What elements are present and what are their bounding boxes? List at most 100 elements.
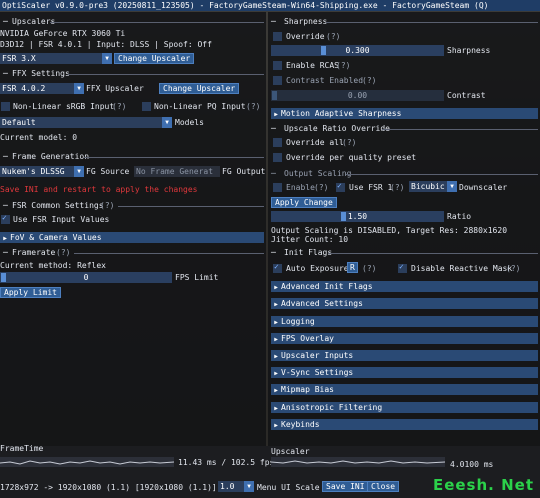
current-model: Current model: 0 [0, 133, 78, 142]
help-icon[interactable]: (?) [336, 61, 350, 70]
disable-reactive-checkbox[interactable] [398, 262, 407, 273]
output-scaling-header: Output Scaling [284, 169, 352, 178]
disable-reactive-label: Disable Reactive Mask [411, 264, 513, 273]
divider [74, 253, 264, 254]
override-all-checkbox[interactable] [273, 138, 282, 147]
slider-grab[interactable] [1, 273, 6, 282]
frametime-value: 11.43 ms / 102.5 fps [178, 458, 275, 467]
use-fsr-input-checkbox[interactable] [1, 213, 10, 224]
use-fsr1-checkbox[interactable] [336, 181, 345, 192]
row-label: V-Sync Settings [281, 368, 354, 377]
fps-overlay-row[interactable]: ▶ FPS Overlay [271, 333, 538, 344]
collapse-init-icon[interactable]: ─ [271, 248, 276, 258]
logging-row[interactable]: ▶ Logging [271, 316, 538, 327]
upscaler-plot [270, 460, 446, 464]
chevron-right-icon: ▶ [274, 422, 278, 429]
sharpness-slider[interactable]: 0.300 [271, 45, 444, 56]
ui-scale-select[interactable]: 1.0 ▼ [218, 481, 254, 492]
upscaler-select-value: FSR 3.X [2, 54, 36, 63]
slider-grab[interactable] [321, 46, 326, 55]
sharpness-label: Sharpness [447, 46, 491, 55]
slider-grab[interactable] [341, 212, 346, 221]
apply-limit-button[interactable]: Apply Limit [0, 287, 61, 298]
ffx-change-upscaler-button[interactable]: Change Upscaler [159, 83, 240, 94]
keybinds-row[interactable]: ▶ Keybinds [271, 419, 538, 430]
upscaler-time-value: 4.0100 ms [450, 460, 494, 469]
close-button[interactable]: Close [367, 481, 400, 492]
row-label: FPS Overlay [281, 334, 334, 343]
menu-ui-scale-label: Menu UI Scale [257, 483, 320, 492]
override-all-label: Override all [286, 138, 344, 147]
output-enable-checkbox[interactable] [273, 183, 282, 192]
mipmap-bias-row[interactable]: ▶ Mipmap Bias [271, 384, 538, 395]
collapse-fg-icon[interactable]: ─ [3, 152, 8, 162]
ratio-slider[interactable]: 1.50 [271, 211, 444, 222]
window-title: OptiScaler v0.9.0-pre3 (20250811_123505)… [0, 0, 540, 11]
help-icon[interactable]: (?) [390, 183, 404, 192]
advanced-init-flags-row[interactable]: ▶ Advanced Init Flags [271, 281, 538, 292]
help-icon[interactable]: (?) [326, 32, 340, 41]
row-label: Anisotropic Filtering [281, 403, 383, 412]
vsync-settings-row[interactable]: ▶ V-Sync Settings [271, 367, 538, 378]
nonlinear-srgb-checkbox[interactable] [1, 102, 10, 111]
save-warning: Save INI and restart to apply the change… [0, 185, 198, 194]
models-label: Models [175, 118, 204, 127]
chevron-right-icon: ▶ [274, 284, 278, 291]
chevron-down-icon: ▼ [162, 117, 172, 128]
models-select[interactable]: Default ▼ [0, 117, 172, 128]
help-icon[interactable]: (?) [506, 264, 520, 273]
help-icon[interactable]: (?) [314, 183, 328, 192]
override-sharpness-checkbox[interactable] [273, 32, 282, 41]
help-icon[interactable]: (?) [100, 201, 114, 210]
upscaler-time-label: Upscaler [271, 447, 310, 456]
fg-source-select[interactable]: Nukem's DLSSG ▼ [0, 166, 84, 177]
help-icon[interactable]: (?) [362, 76, 376, 85]
collapse-ratio-icon[interactable]: ─ [271, 124, 276, 134]
collapse-upscalers-icon[interactable]: ─ [3, 17, 8, 27]
contrast-slider[interactable]: 0.00 [271, 90, 444, 101]
apply-change-button[interactable]: Apply Change [271, 197, 337, 208]
help-icon[interactable]: (?) [56, 248, 70, 257]
init-flags-header: Init Flags [284, 248, 333, 257]
chevron-down-icon: ▼ [244, 481, 254, 492]
contrast-enabled-checkbox[interactable] [273, 76, 282, 85]
reset-r-button[interactable]: R [347, 262, 358, 273]
fps-limit-slider[interactable]: 0 [0, 272, 172, 283]
nonlinear-pq-checkbox[interactable] [142, 102, 151, 111]
chevron-down-icon: ▼ [102, 53, 112, 64]
upscalers-header: Upscalers [12, 17, 56, 26]
collapse-fsr-common-icon[interactable]: ─ [3, 201, 8, 211]
chevron-right-icon: ▶ [274, 301, 278, 308]
collapse-ffx-icon[interactable]: ─ [3, 69, 8, 79]
downscaler-select[interactable]: Bicubic ▼ [409, 181, 457, 192]
override-quality-checkbox[interactable] [273, 153, 282, 162]
change-upscaler-button[interactable]: Change Upscaler [114, 53, 195, 64]
help-icon[interactable]: (?) [362, 264, 376, 273]
ffx-upscaler-select[interactable]: FSR 4.0.2 ▼ [0, 83, 84, 94]
fg-output-select[interactable]: No Frame Generat [134, 166, 220, 177]
ffx-select-value: FSR 4.0.2 [2, 84, 46, 93]
help-icon[interactable]: (?) [112, 102, 126, 111]
chevron-right-icon: ▶ [274, 387, 278, 394]
divider [50, 22, 264, 23]
auto-exposure-checkbox[interactable] [273, 262, 282, 273]
use-fsr-input-label: Use FSR Input Values [13, 215, 110, 224]
help-icon[interactable]: (?) [246, 102, 260, 111]
divider [382, 129, 538, 130]
motion-sharpness-row[interactable]: ▶ Motion Adaptive Sharpness [271, 108, 538, 119]
frametime-label: FrameTime [0, 444, 44, 453]
chevron-down-icon: ▼ [74, 166, 84, 177]
upscaler-inputs-row[interactable]: ▶ Upscaler Inputs [271, 350, 538, 361]
fov-camera-row[interactable]: ▶ FoV & Camera Values [0, 232, 264, 243]
upscaler-select[interactable]: FSR 3.X ▼ [0, 53, 112, 64]
advanced-settings-row[interactable]: ▶ Advanced Settings [271, 298, 538, 309]
help-icon[interactable]: (?) [342, 138, 356, 147]
collapse-output-icon[interactable]: ─ [271, 169, 276, 179]
save-ini-button[interactable]: Save INI [322, 481, 369, 492]
anisotropic-filtering-row[interactable]: ▶ Anisotropic Filtering [271, 402, 538, 413]
collapse-sharpness-icon[interactable]: ─ [271, 17, 276, 27]
motion-sharpness-label: Motion Adaptive Sharpness [281, 109, 402, 118]
enable-rcas-checkbox[interactable] [273, 61, 282, 70]
collapse-framerate-icon[interactable]: ─ [3, 248, 8, 258]
slider-grab[interactable] [272, 91, 277, 100]
